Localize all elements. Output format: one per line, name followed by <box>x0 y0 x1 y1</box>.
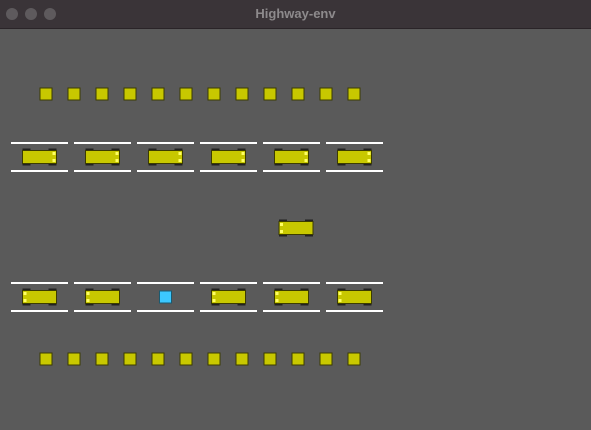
goal-marker <box>159 290 172 304</box>
headlight <box>275 299 279 302</box>
headlight <box>115 152 119 155</box>
headlight <box>275 292 279 295</box>
headlight <box>280 230 283 233</box>
parked-vehicle <box>85 290 120 304</box>
parked-vehicle <box>22 290 57 304</box>
headlight <box>338 292 342 295</box>
headlight <box>23 292 27 295</box>
obstacle-block <box>67 352 81 366</box>
obstacle-block <box>319 87 333 101</box>
obstacle-block <box>39 87 53 101</box>
obstacle-block <box>263 87 277 101</box>
obstacle-block <box>123 87 137 101</box>
headlight <box>52 159 56 162</box>
obstacle-block <box>151 352 165 366</box>
obstacle-block <box>95 352 109 366</box>
parked-vehicle <box>211 150 246 164</box>
headlight <box>280 223 283 226</box>
obstacle-block <box>179 87 193 101</box>
headlight <box>304 152 308 155</box>
obstacle-block <box>67 87 81 101</box>
headlight <box>86 299 90 302</box>
headlight <box>178 152 182 155</box>
headlight <box>367 159 371 162</box>
obstacle-block <box>235 352 249 366</box>
headlight <box>241 152 245 155</box>
obstacle-block <box>319 352 333 366</box>
obstacle-block <box>291 352 305 366</box>
title-bar: Highway-env <box>0 0 591 29</box>
parked-vehicle <box>22 150 57 164</box>
obstacle-block <box>207 87 221 101</box>
game-window: Highway-env <box>0 0 591 430</box>
parked-vehicle <box>148 150 183 164</box>
parked-vehicle <box>274 150 309 164</box>
obstacle-block <box>263 352 277 366</box>
obstacle-block <box>207 352 221 366</box>
headlight <box>23 299 27 302</box>
obstacle-block <box>39 352 53 366</box>
game-canvas <box>0 29 591 430</box>
parked-vehicle <box>85 150 120 164</box>
headlight <box>52 152 56 155</box>
obstacle-block <box>179 352 193 366</box>
headlight <box>241 159 245 162</box>
parked-vehicle <box>337 150 372 164</box>
obstacle-block <box>347 352 361 366</box>
obstacle-block <box>291 87 305 101</box>
headlight <box>86 292 90 295</box>
obstacle-block <box>235 87 249 101</box>
headlight <box>178 159 182 162</box>
obstacle-block <box>347 87 361 101</box>
obstacle-block <box>151 87 165 101</box>
headlight <box>212 292 216 295</box>
obstacle-block <box>123 352 137 366</box>
headlight <box>338 299 342 302</box>
headlight <box>212 299 216 302</box>
parked-vehicle <box>337 290 372 304</box>
parked-vehicle <box>211 290 246 304</box>
window-title: Highway-env <box>255 6 336 21</box>
parking-scene <box>11 87 383 366</box>
headlight <box>304 159 308 162</box>
obstacle-block <box>95 87 109 101</box>
headlight <box>367 152 371 155</box>
headlight <box>115 159 119 162</box>
ego-vehicle <box>278 221 314 235</box>
parked-vehicle <box>274 290 309 304</box>
